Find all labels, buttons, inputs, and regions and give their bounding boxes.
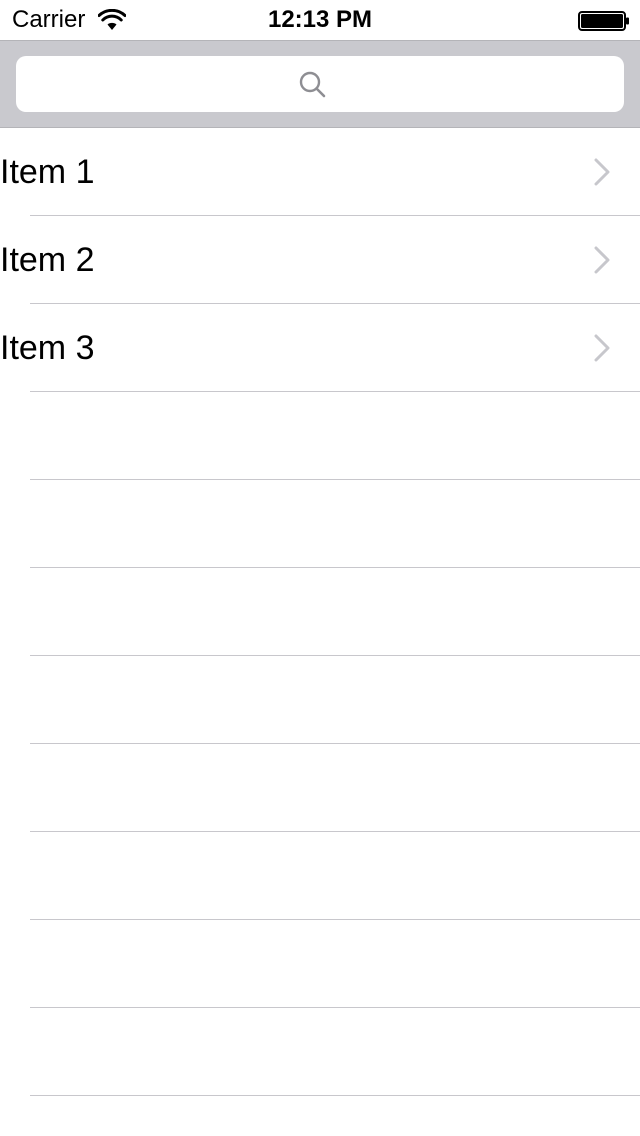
row-separator bbox=[30, 919, 640, 920]
search-icon bbox=[299, 71, 326, 98]
table-row[interactable]: Item 3 bbox=[0, 304, 640, 392]
row-separator bbox=[30, 1007, 640, 1008]
status-time: 12:13 PM bbox=[267, 6, 373, 33]
chevron-right-icon bbox=[594, 334, 610, 362]
status-bar: Carrier 12:13 PM bbox=[0, 0, 640, 40]
row-separator bbox=[30, 567, 640, 568]
row-label: Item 2 bbox=[0, 241, 95, 279]
row-separator bbox=[30, 743, 640, 744]
table-row[interactable]: Item 1 bbox=[0, 128, 640, 216]
row-separator bbox=[30, 655, 640, 656]
row-separator bbox=[30, 479, 640, 480]
row-separator bbox=[30, 831, 640, 832]
battery-icon bbox=[578, 11, 629, 31]
row-label: Item 1 bbox=[0, 153, 95, 191]
row-separator bbox=[30, 391, 640, 392]
chevron-right-icon bbox=[594, 246, 610, 274]
table-row[interactable]: Item 2 bbox=[0, 216, 640, 304]
chevron-right-icon bbox=[594, 158, 610, 186]
table-view: Item 1 Item 2 Item 3 bbox=[0, 128, 640, 1136]
row-label: Item 3 bbox=[0, 329, 95, 367]
row-separator bbox=[30, 1095, 640, 1096]
